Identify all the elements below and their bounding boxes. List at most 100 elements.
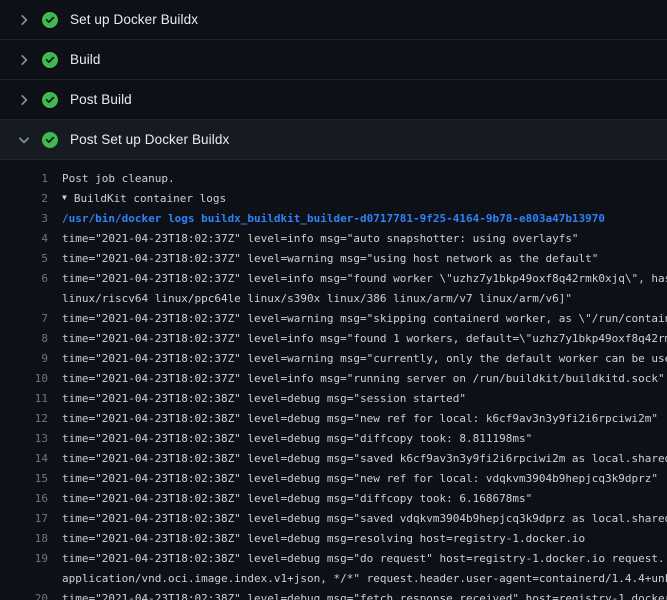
log-text-content: application/vnd.oci.image.index.v1+json,…: [62, 572, 667, 585]
log-text-content: time="2021-04-23T18:02:37Z" level=info m…: [62, 272, 667, 285]
log-line: 10 time="2021-04-23T18:02:37Z" level=inf…: [0, 369, 667, 389]
line-number[interactable]: 6: [0, 269, 48, 289]
log-text-content: time="2021-04-23T18:02:38Z" level=debug …: [62, 512, 667, 525]
log-line: 3 /usr/bin/docker logs buildx_buildkit_b…: [0, 209, 667, 229]
log-text: time="2021-04-23T18:02:38Z" level=debug …: [48, 449, 667, 469]
line-number[interactable]: 14: [0, 449, 48, 469]
log-text-content: time="2021-04-23T18:02:37Z" level=info m…: [62, 332, 667, 345]
log-line: 12 time="2021-04-23T18:02:38Z" level=deb…: [0, 409, 667, 429]
log-line: 4 time="2021-04-23T18:02:37Z" level=info…: [0, 229, 667, 249]
log-text: time="2021-04-23T18:02:37Z" level=info m…: [48, 329, 667, 349]
log-line: 15 time="2021-04-23T18:02:38Z" level=deb…: [0, 469, 667, 489]
log-text: time="2021-04-23T18:02:37Z" level=info m…: [48, 369, 665, 389]
log-text: time="2021-04-23T18:02:38Z" level=debug …: [48, 389, 466, 409]
log-line: 16 time="2021-04-23T18:02:38Z" level=deb…: [0, 489, 667, 509]
log-text: time="2021-04-23T18:02:37Z" level=warnin…: [48, 249, 598, 269]
log-line: 13 time="2021-04-23T18:02:38Z" level=deb…: [0, 429, 667, 449]
log-text-content: time="2021-04-23T18:02:38Z" level=debug …: [62, 412, 658, 425]
log-text-content: Post job cleanup.: [62, 172, 175, 185]
line-number[interactable]: 7: [0, 309, 48, 329]
step-header-build[interactable]: Build: [0, 40, 667, 80]
line-number[interactable]: [0, 289, 48, 309]
log-line: 11 time="2021-04-23T18:02:38Z" level=deb…: [0, 389, 667, 409]
log-text: ▼ BuildKit container logs: [48, 189, 226, 209]
line-number[interactable]: 9: [0, 349, 48, 369]
log-text: time="2021-04-23T18:02:38Z" level=debug …: [48, 409, 658, 429]
line-number[interactable]: 18: [0, 529, 48, 549]
line-number[interactable]: 11: [0, 389, 48, 409]
chevron-right-icon: [16, 92, 32, 108]
log-line: 9 time="2021-04-23T18:02:37Z" level=warn…: [0, 349, 667, 369]
log-line: linux/riscv64 linux/ppc64le linux/s390x …: [0, 289, 667, 309]
line-number[interactable]: 1: [0, 169, 48, 189]
log-line: 19 time="2021-04-23T18:02:38Z" level=deb…: [0, 549, 667, 569]
line-number[interactable]: 12: [0, 409, 48, 429]
step-header-post-build[interactable]: Post Build: [0, 80, 667, 120]
log-line: 14 time="2021-04-23T18:02:38Z" level=deb…: [0, 449, 667, 469]
line-number[interactable]: 17: [0, 509, 48, 529]
log-text: time="2021-04-23T18:02:38Z" level=debug …: [48, 509, 667, 529]
log-text-content: time="2021-04-23T18:02:37Z" level=info m…: [62, 372, 665, 385]
step-label: Build: [70, 52, 101, 67]
log-line: 8 time="2021-04-23T18:02:37Z" level=info…: [0, 329, 667, 349]
log-text-content: time="2021-04-23T18:02:38Z" level=debug …: [62, 552, 665, 565]
log-line: 5 time="2021-04-23T18:02:37Z" level=warn…: [0, 249, 667, 269]
line-number[interactable]: 19: [0, 549, 48, 569]
step-label: Post Set up Docker Buildx: [70, 132, 229, 147]
step-header-post-set-up-docker-buildx[interactable]: Post Set up Docker Buildx: [0, 120, 667, 160]
log-lines: 1 Post job cleanup. 2 ▼ BuildKit containe…: [0, 169, 667, 600]
line-number[interactable]: 10: [0, 369, 48, 389]
log-text: time="2021-04-23T18:02:38Z" level=debug …: [48, 469, 658, 489]
line-number[interactable]: [0, 569, 48, 589]
log-text: time="2021-04-23T18:02:38Z" level=debug …: [48, 549, 665, 569]
actions-log-viewer: Set up Docker Buildx Build Post Buil: [0, 0, 667, 600]
check-circle-icon: [42, 132, 58, 148]
check-circle-icon: [42, 92, 58, 108]
log-text-content: BuildKit container logs: [74, 192, 226, 205]
line-number[interactable]: 13: [0, 429, 48, 449]
line-number[interactable]: 8: [0, 329, 48, 349]
line-number[interactable]: 4: [0, 229, 48, 249]
step-header-set-up-docker-buildx[interactable]: Set up Docker Buildx: [0, 0, 667, 40]
log-line: 18 time="2021-04-23T18:02:38Z" level=deb…: [0, 529, 667, 549]
log-text: time="2021-04-23T18:02:38Z" level=debug …: [48, 529, 585, 549]
log-text: time="2021-04-23T18:02:37Z" level=info m…: [48, 269, 667, 289]
log-text: time="2021-04-23T18:02:37Z" level=warnin…: [48, 309, 667, 329]
log-line: 2 ▼ BuildKit container logs: [0, 189, 667, 209]
log-line: 1 Post job cleanup.: [0, 169, 667, 189]
step-list: Set up Docker Buildx Build Post Buil: [0, 0, 667, 160]
log-text-content: time="2021-04-23T18:02:38Z" level=debug …: [62, 592, 667, 600]
log-text: linux/riscv64 linux/ppc64le linux/s390x …: [48, 289, 572, 309]
log-text: time="2021-04-23T18:02:38Z" level=debug …: [48, 489, 532, 509]
log-text-content: time="2021-04-23T18:02:38Z" level=debug …: [62, 472, 658, 485]
line-number[interactable]: 15: [0, 469, 48, 489]
log-text-content: time="2021-04-23T18:02:38Z" level=debug …: [62, 392, 466, 405]
line-number[interactable]: 20: [0, 589, 48, 600]
log-line: 20 time="2021-04-23T18:02:38Z" level=deb…: [0, 589, 667, 600]
log-text: time="2021-04-23T18:02:38Z" level=debug …: [48, 429, 532, 449]
log-text: Post job cleanup.: [48, 169, 175, 189]
step-label: Set up Docker Buildx: [70, 12, 198, 27]
log-text-content: time="2021-04-23T18:02:38Z" level=debug …: [62, 452, 667, 465]
log-text-content: time="2021-04-23T18:02:38Z" level=debug …: [62, 532, 585, 545]
log-text-content: time="2021-04-23T18:02:38Z" level=debug …: [62, 432, 532, 445]
log-line: application/vnd.oci.image.index.v1+json,…: [0, 569, 667, 589]
line-number[interactable]: 5: [0, 249, 48, 269]
log-panel: 1 Post job cleanup. 2 ▼ BuildKit containe…: [0, 160, 667, 600]
check-circle-icon: [42, 12, 58, 28]
log-text-content: time="2021-04-23T18:02:37Z" level=warnin…: [62, 252, 598, 265]
log-text: time="2021-04-23T18:02:38Z" level=debug …: [48, 589, 667, 600]
line-number[interactable]: 16: [0, 489, 48, 509]
chevron-down-icon: [16, 132, 32, 148]
check-circle-icon: [42, 52, 58, 68]
log-line: 6 time="2021-04-23T18:02:37Z" level=info…: [0, 269, 667, 289]
log-text-content: linux/riscv64 linux/ppc64le linux/s390x …: [62, 292, 572, 305]
line-number[interactable]: 2: [0, 189, 48, 209]
log-text: application/vnd.oci.image.index.v1+json,…: [48, 569, 667, 589]
group-toggle-icon[interactable]: ▼: [62, 189, 67, 208]
step-label: Post Build: [70, 92, 132, 107]
log-line: 7 time="2021-04-23T18:02:37Z" level=warn…: [0, 309, 667, 329]
line-number[interactable]: 3: [0, 209, 48, 229]
log-text-content: /usr/bin/docker logs buildx_buildkit_bui…: [62, 212, 605, 225]
log-text-content: time="2021-04-23T18:02:37Z" level=warnin…: [62, 312, 667, 325]
